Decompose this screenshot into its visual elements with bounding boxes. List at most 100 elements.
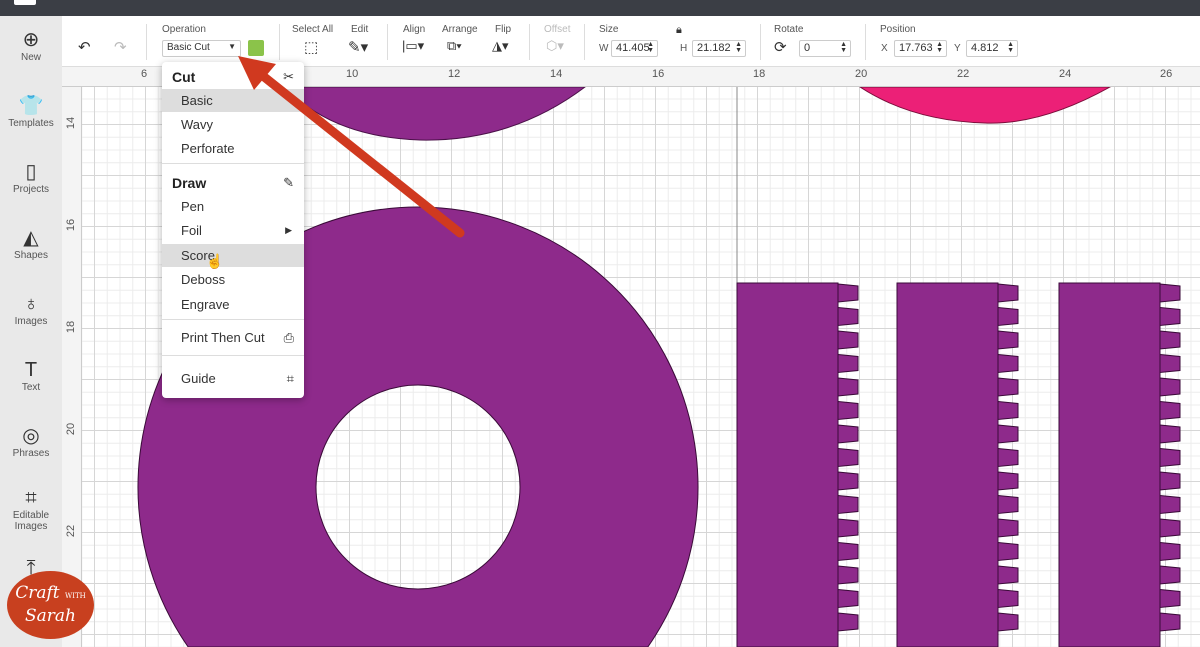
glue-tab	[1159, 588, 1181, 609]
glue-tab	[1159, 541, 1181, 562]
divider	[279, 24, 280, 60]
rotate-icon[interactable]: ⟳	[774, 38, 787, 56]
glue-tab	[1159, 518, 1181, 538]
glue-tab	[1159, 565, 1181, 585]
rotate-input[interactable]: 0 ▲ ▼	[799, 40, 851, 57]
sidebar-label: Editable Images	[12, 510, 50, 532]
x-input[interactable]: 17.763 ▲ ▼	[894, 40, 947, 57]
sidebar-item-new[interactable]: ⊕ New	[0, 28, 62, 63]
align-icon[interactable]: |▭▾	[402, 38, 424, 54]
height-value: 21.182	[697, 42, 731, 54]
menu-item-deboss[interactable]: Deboss	[162, 268, 304, 291]
glue-tab	[997, 612, 1019, 632]
width-input[interactable]: 41.405 ▲ ▼	[611, 40, 658, 57]
arrange-label: Arrange	[442, 24, 478, 35]
ruler-tick: 14	[65, 116, 78, 130]
glue-tab	[1159, 353, 1181, 374]
menu-item-perforate[interactable]: Perforate	[162, 137, 304, 160]
shapes-icon: ◭	[23, 227, 39, 249]
top-purple-shape[interactable]	[284, 87, 586, 141]
offset-icon[interactable]: ⬡▾	[546, 38, 564, 54]
guide-label: Guide	[181, 371, 216, 386]
undo-icon[interactable]: ↶	[78, 38, 91, 56]
spinner-icon[interactable]: ▲ ▼	[735, 41, 742, 54]
edit-pencil-icon[interactable]: ✎▾	[348, 38, 368, 56]
title-bar	[0, 0, 1200, 16]
glue-tab	[997, 565, 1019, 585]
select-all-label: Select All	[292, 24, 334, 35]
glue-tab	[837, 447, 859, 468]
color-swatch[interactable]	[248, 40, 264, 56]
ruler-tick: 12	[448, 68, 461, 80]
edit-label: Edit	[351, 24, 369, 35]
flip-label: Flip	[495, 24, 512, 35]
menu-item-score[interactable]: Score ☝	[162, 244, 304, 269]
menu-item-wavy[interactable]: Wavy	[162, 113, 304, 136]
select-all-icon[interactable]: ⬚	[304, 38, 318, 56]
spinner-icon[interactable]: ▲ ▼	[936, 41, 943, 54]
w-label: W	[599, 43, 609, 54]
sidebar-item-phrases[interactable]: ◎ Phrases	[0, 424, 62, 459]
sidebar-item-shapes[interactable]: ◭ Shapes	[0, 226, 62, 261]
sidebar-label: Projects	[12, 184, 50, 195]
menu-item-pen[interactable]: Pen	[162, 195, 304, 218]
rotate-label: Rotate	[774, 24, 804, 35]
ruler-tick: 20	[65, 422, 78, 436]
align-label: Align	[403, 24, 426, 35]
menu-item-print-then-cut[interactable]: Print Then Cut ⎙	[162, 326, 304, 349]
operation-label: Operation	[162, 24, 206, 35]
menu-item-foil[interactable]: Foil ▶	[162, 219, 304, 242]
operation-value: Basic Cut	[167, 42, 210, 53]
vertical-ruler: 14 16 18 20 22	[62, 87, 82, 647]
glue-tab	[997, 424, 1019, 444]
flip-icon[interactable]: ◮▾	[492, 38, 509, 54]
ruler-tick: 18	[65, 320, 78, 334]
glue-tab	[837, 377, 859, 397]
glue-tab	[997, 377, 1019, 397]
tabbed-strip[interactable]	[736, 282, 839, 647]
operation-select[interactable]: Basic Cut ▼	[162, 40, 241, 57]
spinner-icon[interactable]: ▲ ▼	[1007, 41, 1014, 54]
glue-tab	[837, 541, 859, 562]
sidebar-item-text[interactable]: T Text	[0, 358, 62, 393]
width-value: 41.405	[616, 42, 650, 54]
sidebar-item-templates[interactable]: 👕 Templates	[0, 94, 62, 129]
chevron-right-icon: ▶	[285, 225, 292, 235]
tabbed-strip[interactable]	[1058, 282, 1161, 647]
top-pink-shape[interactable]	[859, 87, 1112, 124]
sidebar-item-projects[interactable]: ▯ Projects	[0, 160, 62, 195]
glue-tab	[1159, 330, 1181, 350]
ruler-tick: 10	[346, 68, 359, 80]
speech-icon: ◎	[22, 425, 40, 447]
menu-item-engrave[interactable]: Engrave	[162, 293, 304, 316]
plus-circle-icon: ⊕	[22, 29, 40, 51]
glue-tab	[1159, 424, 1181, 444]
menu-heading-draw: Draw	[172, 175, 207, 191]
arrange-icon[interactable]: ⧉▾	[447, 38, 462, 54]
tabbed-strip[interactable]	[896, 282, 999, 647]
sidebar-item-images[interactable]: ♁ Images	[0, 292, 62, 327]
sidebar-label: Shapes	[14, 250, 48, 261]
menu-item-basic[interactable]: Basic	[162, 89, 304, 112]
menu-item-guide[interactable]: Guide ⌗	[162, 367, 304, 390]
lock-icon[interactable]: 🔒︎	[676, 24, 682, 37]
spinner-icon[interactable]: ▲ ▼	[647, 41, 654, 54]
redo-icon[interactable]: ↷	[114, 38, 127, 56]
printer-icon: ⎙	[283, 330, 294, 345]
shirt-icon: 👕	[18, 95, 44, 117]
sidebar-label: Templates	[8, 118, 54, 129]
sidebar-item-editable-images[interactable]: ⌗ Editable Images	[0, 486, 62, 532]
toolbar: ↶ ↷ Operation Basic Cut ▼ Select All ⬚ Ed…	[62, 16, 1200, 67]
ruler-tick: 20	[855, 68, 868, 80]
spinner-icon[interactable]: ▲ ▼	[840, 41, 847, 54]
glue-tab	[997, 400, 1019, 421]
height-input[interactable]: 21.182 ▲ ▼	[692, 40, 746, 57]
y-input[interactable]: 4.812 ▲ ▼	[966, 40, 1018, 57]
sidebar-label: Text	[21, 382, 41, 393]
divider	[529, 24, 530, 60]
foil-label: Foil	[181, 223, 202, 238]
ruler-tick: 16	[652, 68, 665, 80]
glue-tab	[997, 541, 1019, 562]
offset-label: Offset	[544, 24, 571, 35]
menu-tab[interactable]	[14, 0, 36, 5]
